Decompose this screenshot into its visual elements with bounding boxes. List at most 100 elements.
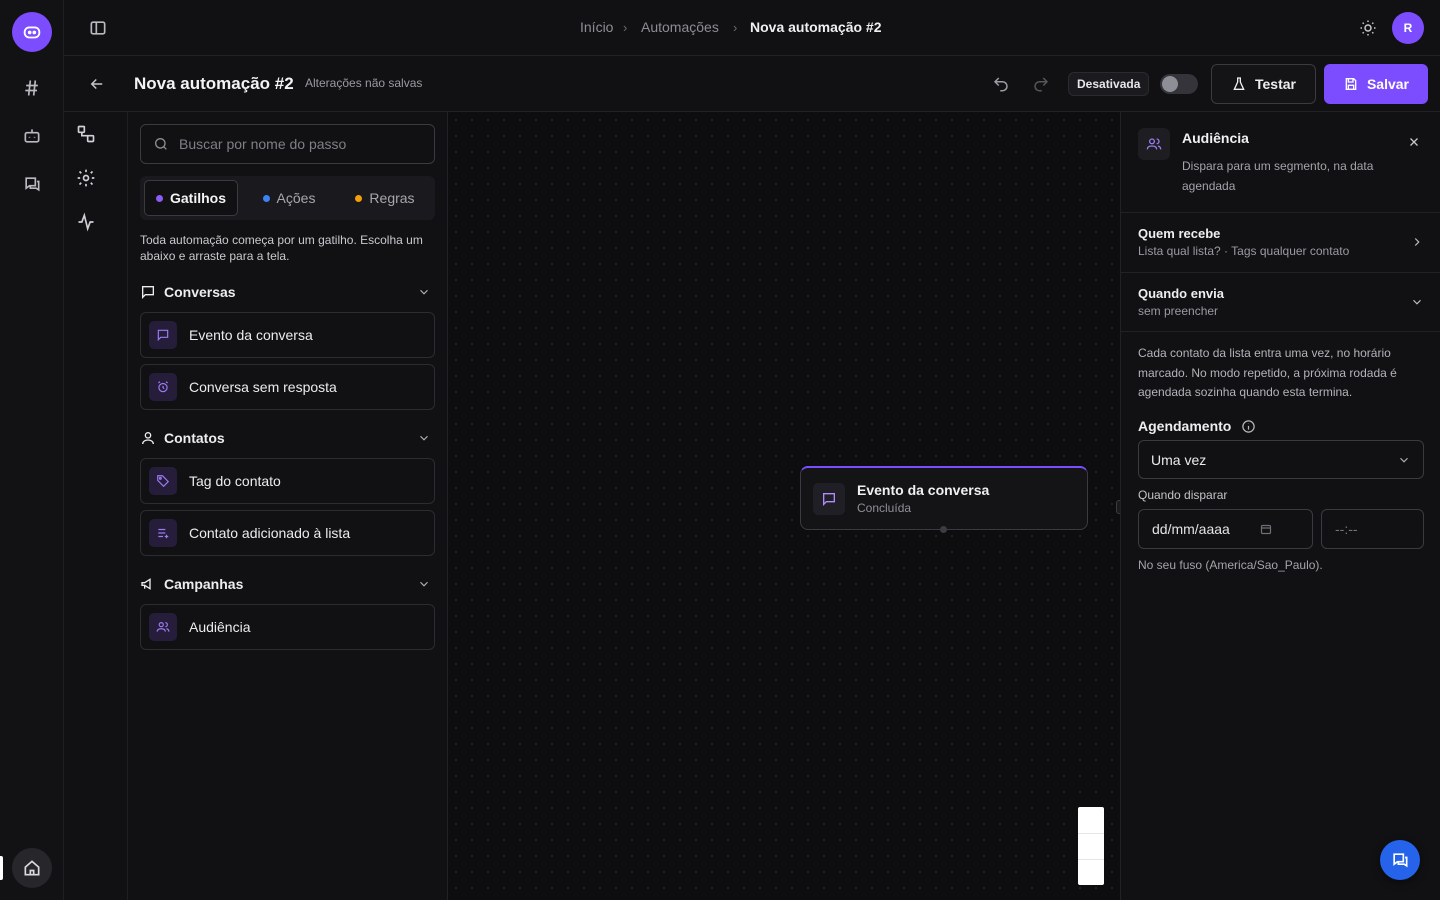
send-time-row[interactable]: Quando envia sem preencher [1121, 272, 1440, 332]
section-title: Campanhas [164, 576, 244, 592]
messages-icon [25, 177, 40, 192]
message-square-icon [149, 321, 177, 349]
zoom-controls[interactable] [1078, 807, 1104, 885]
app-rail [0, 0, 64, 900]
tab-actions[interactable]: Ações [242, 180, 336, 216]
trigger-item-conversation-event[interactable]: Evento da conversa [140, 312, 435, 358]
calendar-icon[interactable] [1260, 523, 1272, 535]
sun-icon [1360, 20, 1376, 36]
schedule-info-text: Cada contato da lista entra uma vez, no … [1138, 346, 1397, 399]
trigger-item-label: Contato adicionado à lista [189, 525, 351, 541]
support-chat-button[interactable] [1380, 840, 1420, 880]
section-campanhas[interactable]: Campanhas [140, 570, 435, 598]
section-contatos[interactable]: Contatos [140, 424, 435, 452]
rail-bots-button[interactable] [16, 120, 48, 152]
unsaved-changes-label: Alterações não salvas [305, 76, 423, 90]
back-button[interactable] [88, 75, 106, 93]
rail-home-button[interactable] [12, 848, 52, 888]
rail-conversations-button[interactable] [16, 168, 48, 200]
step-type-tabs: Gatilhos Ações Regras [140, 176, 435, 220]
messages-icon [1393, 853, 1408, 868]
theme-toggle-button[interactable] [1359, 19, 1377, 37]
chevron-right-icon [1414, 238, 1420, 246]
tab-triggers[interactable]: Gatilhos [144, 180, 238, 216]
save-icon [1345, 78, 1357, 90]
chevron-right-icon: › [623, 20, 628, 35]
trigger-item-audience[interactable]: Audiência [140, 604, 435, 650]
chevron-down-icon [420, 289, 428, 295]
chevron-right-icon: › [733, 20, 738, 35]
panel-title: Audiência [1182, 130, 1249, 146]
breadcrumb-home-link[interactable]: Início [580, 19, 613, 35]
flow-steps-button[interactable] [74, 122, 98, 146]
editor-sub-rail [64, 112, 128, 900]
activity-icon [78, 212, 94, 232]
trigger-time-label: Quando disparar [1138, 488, 1228, 502]
trigger-item-contact-added-to-list[interactable]: Contato adicionado à lista [140, 510, 435, 556]
panel-description: Dispara para um segmento, na data agenda… [1182, 159, 1374, 193]
step-search[interactable] [140, 124, 435, 164]
node-title: Evento da conversa [857, 482, 990, 498]
activation-toggle[interactable] [1160, 74, 1198, 94]
node-subtitle: Concluída [857, 501, 912, 515]
trigger-item-no-reply[interactable]: Conversa sem resposta [140, 364, 435, 410]
node-output-handle[interactable] [940, 526, 947, 533]
close-icon [1410, 138, 1418, 146]
trigger-item-contact-tag[interactable]: Tag do contato [140, 458, 435, 504]
panel-left-icon [90, 21, 106, 35]
tab-rules[interactable]: Regras [338, 180, 432, 216]
arrow-left-icon [90, 78, 103, 90]
triggers-intro: Toda automação começa por um gatilho. Es… [140, 233, 423, 263]
schedule-select[interactable]: Uma vez [1138, 440, 1424, 479]
list-plus-icon [149, 519, 177, 547]
test-button[interactable]: Testar [1211, 64, 1316, 104]
row-subtitle: sem preencher [1138, 304, 1219, 318]
save-button[interactable]: Salvar [1324, 64, 1428, 104]
chevron-down-icon [1400, 457, 1408, 463]
redo-icon [1034, 77, 1049, 92]
breadcrumb-automations-link[interactable]: Automações [641, 19, 719, 35]
automation-title[interactable]: Nova automação #2 [134, 74, 294, 94]
chevron-down-icon [1413, 299, 1421, 305]
app-logo[interactable] [12, 12, 52, 52]
schedule-label-text: Agendamento [1138, 418, 1232, 434]
rail-channels-button[interactable] [16, 72, 48, 104]
settings-button[interactable] [74, 166, 98, 190]
row-title: Quem recebe [1138, 226, 1221, 241]
editor-toolbar: Nova automação #2 Alterações não salvas … [64, 56, 1440, 112]
step-config-panel: Audiência Dispara para um segmento, na d… [1120, 112, 1440, 900]
schedule-selected-value: Uma vez [1151, 451, 1207, 468]
close-panel-button[interactable] [1404, 132, 1424, 152]
activity-button[interactable] [74, 210, 98, 234]
chevron-down-icon [420, 435, 428, 441]
user-avatar[interactable]: R [1392, 12, 1424, 44]
search-input[interactable] [179, 136, 419, 152]
flow-canvas[interactable]: Evento da conversa Concluída [448, 112, 1120, 900]
message-square-icon [813, 482, 845, 515]
recipients-row[interactable]: Quem recebe Lista qual lista? · Tags qua… [1121, 212, 1440, 272]
alarm-clock-icon [149, 373, 177, 401]
search-icon [155, 138, 167, 150]
undo-button[interactable] [992, 75, 1010, 93]
trigger-item-label: Conversa sem resposta [189, 379, 337, 395]
date-input[interactable]: dd/mm/aaaa [1138, 509, 1313, 549]
redo-button[interactable] [1032, 75, 1050, 93]
user-icon [142, 432, 154, 445]
time-input[interactable]: --:-- [1321, 509, 1424, 549]
tab-label: Regras [369, 190, 415, 206]
sidebar-toggle-button[interactable] [88, 18, 108, 38]
users-icon [1138, 128, 1170, 160]
workflow-icon [77, 125, 95, 143]
flow-node-conversation-event[interactable]: Evento da conversa Concluída [800, 466, 1088, 530]
section-conversas[interactable]: Conversas [140, 278, 435, 306]
schedule-label: Agendamento [1138, 418, 1256, 434]
tab-label: Ações [276, 190, 316, 206]
robot-icon [24, 129, 40, 143]
test-button-label: Testar [1255, 76, 1296, 92]
gear-icon [77, 169, 95, 187]
info-icon[interactable] [1241, 419, 1256, 434]
message-square-icon [142, 286, 154, 299]
chevron-down-icon [420, 581, 428, 587]
status-badge: Desativada [1068, 72, 1150, 96]
trigger-item-label: Audiência [189, 619, 251, 635]
